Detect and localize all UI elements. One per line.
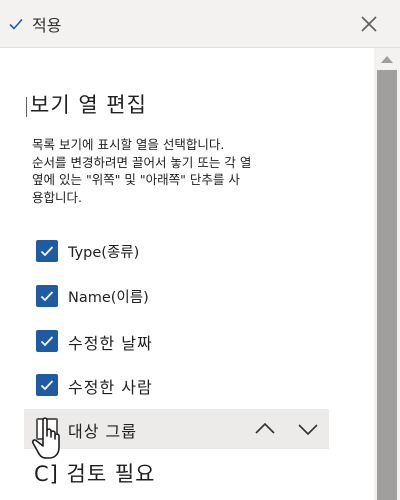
checkmark-icon [36,288,58,304]
move-up-button[interactable] [253,418,277,440]
description-line: 용합니다. [32,189,82,205]
vertical-scrollbar[interactable] [374,48,400,500]
column-label: Name(이름) [68,290,149,306]
checkmark-icon [8,16,24,32]
column-label: Type(종류) [68,245,140,261]
panel-header: 적용 [0,0,400,48]
column-label: 수정한 사람 [68,378,153,397]
apply-button[interactable]: 적용 [8,10,67,38]
checkmark-icon [36,377,58,393]
scroll-up-button[interactable] [380,54,394,64]
column-item-type[interactable]: Type(종류) [24,231,329,271]
panel-description: 목록 보기에 표시할 열을 선택합니다. 순서를 변경하려면 끌어서 놓기 또는… [32,136,352,206]
column-item-modified[interactable]: 수정한 날짜 [24,321,329,361]
checkmark-icon [36,243,58,259]
apply-label: 적용 [32,16,62,35]
checkmark-icon [36,333,58,349]
text-caret [26,97,27,117]
chevron-up-icon [253,418,277,440]
panel-title: 보기 열 편집 [30,93,147,117]
column-item-modified-by[interactable]: 수정한 사람 [24,365,329,405]
description-line: 순서를 변경하려면 끌어서 놓기 또는 각 열 [32,154,252,170]
column-label: 수정한 날짜 [68,334,153,353]
column-label: 대상 그룹 [68,422,137,441]
review-needed-text: C] 검토 필요 [34,462,156,486]
close-icon [358,13,380,35]
move-down-button[interactable] [296,418,320,440]
scroll-up-arrow-icon [380,54,394,64]
chevron-down-icon [296,418,320,440]
description-line: 목록 보기에 표시할 열을 선택합니다. [32,137,225,152]
column-checkbox-modified-by[interactable] [36,374,58,396]
column-item-name[interactable]: Name(이름) [24,276,329,316]
column-checkbox-modified[interactable] [36,330,58,352]
close-button[interactable] [358,13,380,35]
scrollbar-thumb[interactable] [377,70,397,500]
hand-cursor-icon [30,416,66,462]
column-item-audience[interactable]: 대상 그룹 [24,409,329,449]
description-line: 옆에 있는 "위쪽" 및 "아래쪽" 단추를 사 [32,172,240,187]
column-checkbox-name[interactable] [36,285,58,307]
column-checkbox-type[interactable] [36,240,58,262]
